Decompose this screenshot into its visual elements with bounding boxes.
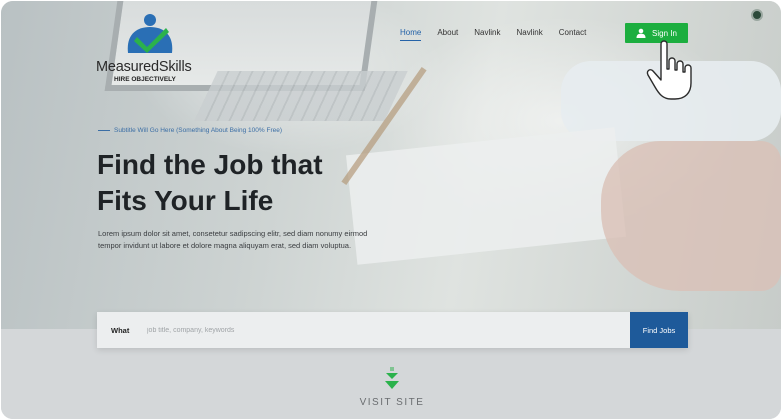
sign-in-label: Sign In [652,28,677,38]
corner-toggle[interactable] [751,9,763,21]
search-input[interactable] [147,326,630,334]
brand-name: MeasuredSkills [96,59,192,75]
main-nav: Home About Navlink Navlink Contact [400,28,586,41]
nav-link-navlink-2[interactable]: Navlink [516,28,542,41]
headline-line-1: Find the Job that [97,149,323,180]
hero-headline: Find the Job that Fits Your Life [97,147,397,219]
logo-mark-icon [127,14,173,53]
job-search-bar: What Find Jobs [97,312,688,348]
brand-tagline: HIRE OBJECTIVELY [114,76,176,83]
visit-arrow-icon[interactable] [384,367,400,391]
nav-link-about[interactable]: About [437,28,458,41]
search-what-label: What [111,325,130,335]
subtitle-rule [98,130,110,131]
brand-logo[interactable]: MeasuredSkills HIRE OBJECTIVELY [96,13,206,83]
nav-link-navlink-1[interactable]: Navlink [474,28,500,41]
nav-link-home[interactable]: Home [400,28,422,41]
backdrop-hand [601,141,781,291]
headline-line-2: Fits Your Life [97,185,274,216]
backdrop-keyboard [194,71,408,121]
find-jobs-button[interactable]: Find Jobs [630,312,688,348]
nav-link-contact[interactable]: Contact [559,28,587,41]
hand-cursor-icon [646,40,692,100]
hero-subtitle: Subtitle Will Go Here (Something About B… [98,127,282,134]
hero-subtitle-text: Subtitle Will Go Here (Something About B… [114,127,283,134]
visit-site-link[interactable]: VISIT SITE [1,397,781,408]
hero-body: Lorem ipsum dolor sit amet, consetetur s… [98,229,368,251]
user-icon [636,28,646,38]
page-frame: MeasuredSkills HIRE OBJECTIVELY Home Abo… [1,1,781,419]
